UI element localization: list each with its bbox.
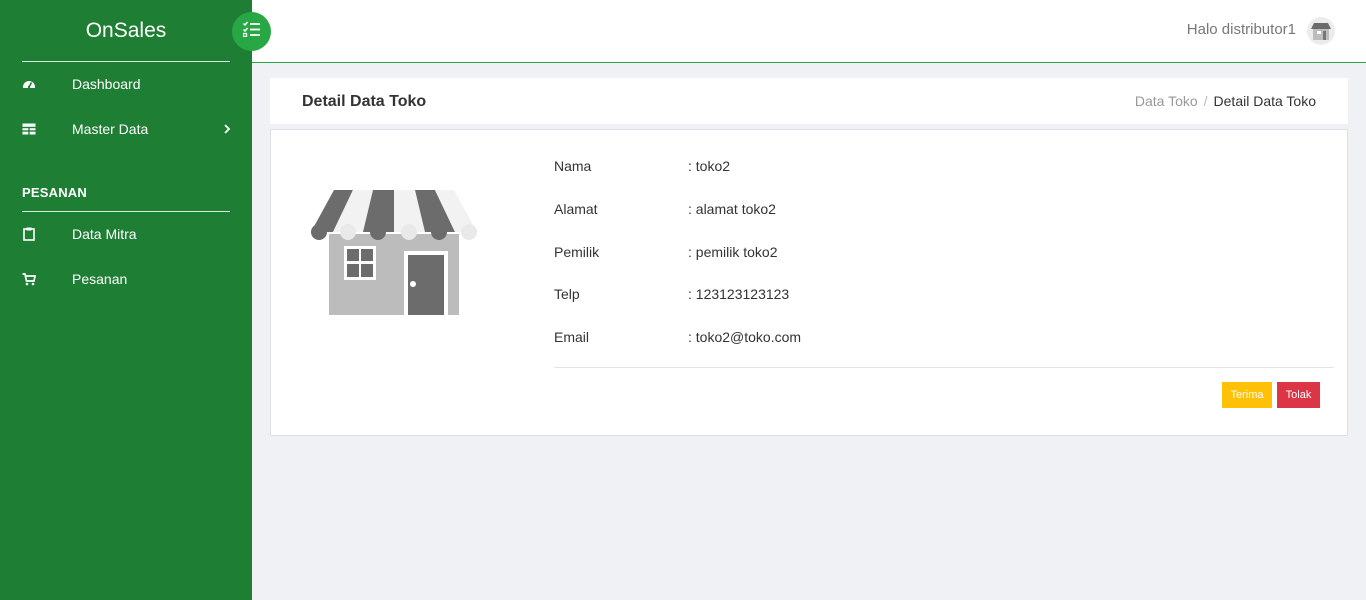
store-front-icon: [311, 190, 477, 316]
breadcrumb-link-data-toko[interactable]: Data Toko: [1135, 93, 1198, 109]
store-detail-card: Nama : toko2 Alamat : alamat toko2 Pemil…: [270, 129, 1348, 436]
page-header: Detail Data Toko Data Toko / Detail Data T…: [270, 78, 1348, 124]
field-value-pemilik: : pemilik toko2: [688, 244, 778, 260]
sidebar-item-label: Pesanan: [72, 271, 128, 287]
cart-icon: [22, 272, 36, 286]
section-heading-pesanan: PESANAN: [22, 174, 230, 212]
field-label-pemilik: Pemilik: [554, 244, 600, 260]
chevron-right-icon: [222, 122, 232, 136]
field-value-telp: : 123123123123: [688, 286, 790, 302]
field-value-nama: : toko2: [688, 158, 731, 174]
page-title: Detail Data Toko: [302, 93, 427, 110]
top-bar: Halo distributor1: [252, 0, 1366, 63]
breadcrumb-separator: /: [1203, 93, 1208, 109]
breadcrumb-current: Detail Data Toko: [1213, 93, 1316, 109]
reject-button[interactable]: Tolak: [1277, 382, 1320, 408]
field-value-alamat: : alamat toko2: [688, 201, 776, 217]
field-label-alamat: Alamat: [554, 201, 598, 217]
field-label-telp: Telp: [554, 286, 580, 302]
store-avatar-icon: [1311, 23, 1331, 40]
breadcrumb: Data Toko / Detail Data Toko: [1135, 93, 1316, 109]
sidebar-item-data-mitra[interactable]: Data Mitra: [0, 214, 252, 254]
accept-button[interactable]: Terima: [1222, 382, 1272, 408]
divider: [554, 367, 1334, 368]
field-value-email: : toko2@toko.com: [688, 329, 802, 345]
sidebar-item-label: Dashboard: [72, 76, 141, 92]
dashboard-gauge-icon: [22, 77, 36, 91]
sidebar-item-label: Data Mitra: [72, 226, 137, 242]
sidebar-item-dashboard[interactable]: Dashboard: [0, 64, 252, 104]
field-label-email: Email: [554, 329, 590, 345]
sidebar-item-master-data[interactable]: Master Data: [0, 109, 252, 149]
user-avatar[interactable]: [1307, 17, 1335, 45]
user-greeting[interactable]: Halo distributor1: [1187, 21, 1296, 38]
sidebar-item-pesanan[interactable]: Pesanan: [0, 259, 252, 299]
table-icon: [22, 122, 36, 136]
brand-logo[interactable]: OnSales: [22, 0, 230, 62]
field-label-nama: Nama: [554, 158, 592, 174]
menu-toggle-button[interactable]: [232, 12, 271, 51]
clipboard-icon: [22, 227, 36, 241]
list-check-icon: [242, 21, 261, 42]
sidebar-item-label: Master Data: [72, 121, 149, 137]
sidebar: OnSales Dashboard Master Data PESANAN Da…: [0, 0, 252, 600]
